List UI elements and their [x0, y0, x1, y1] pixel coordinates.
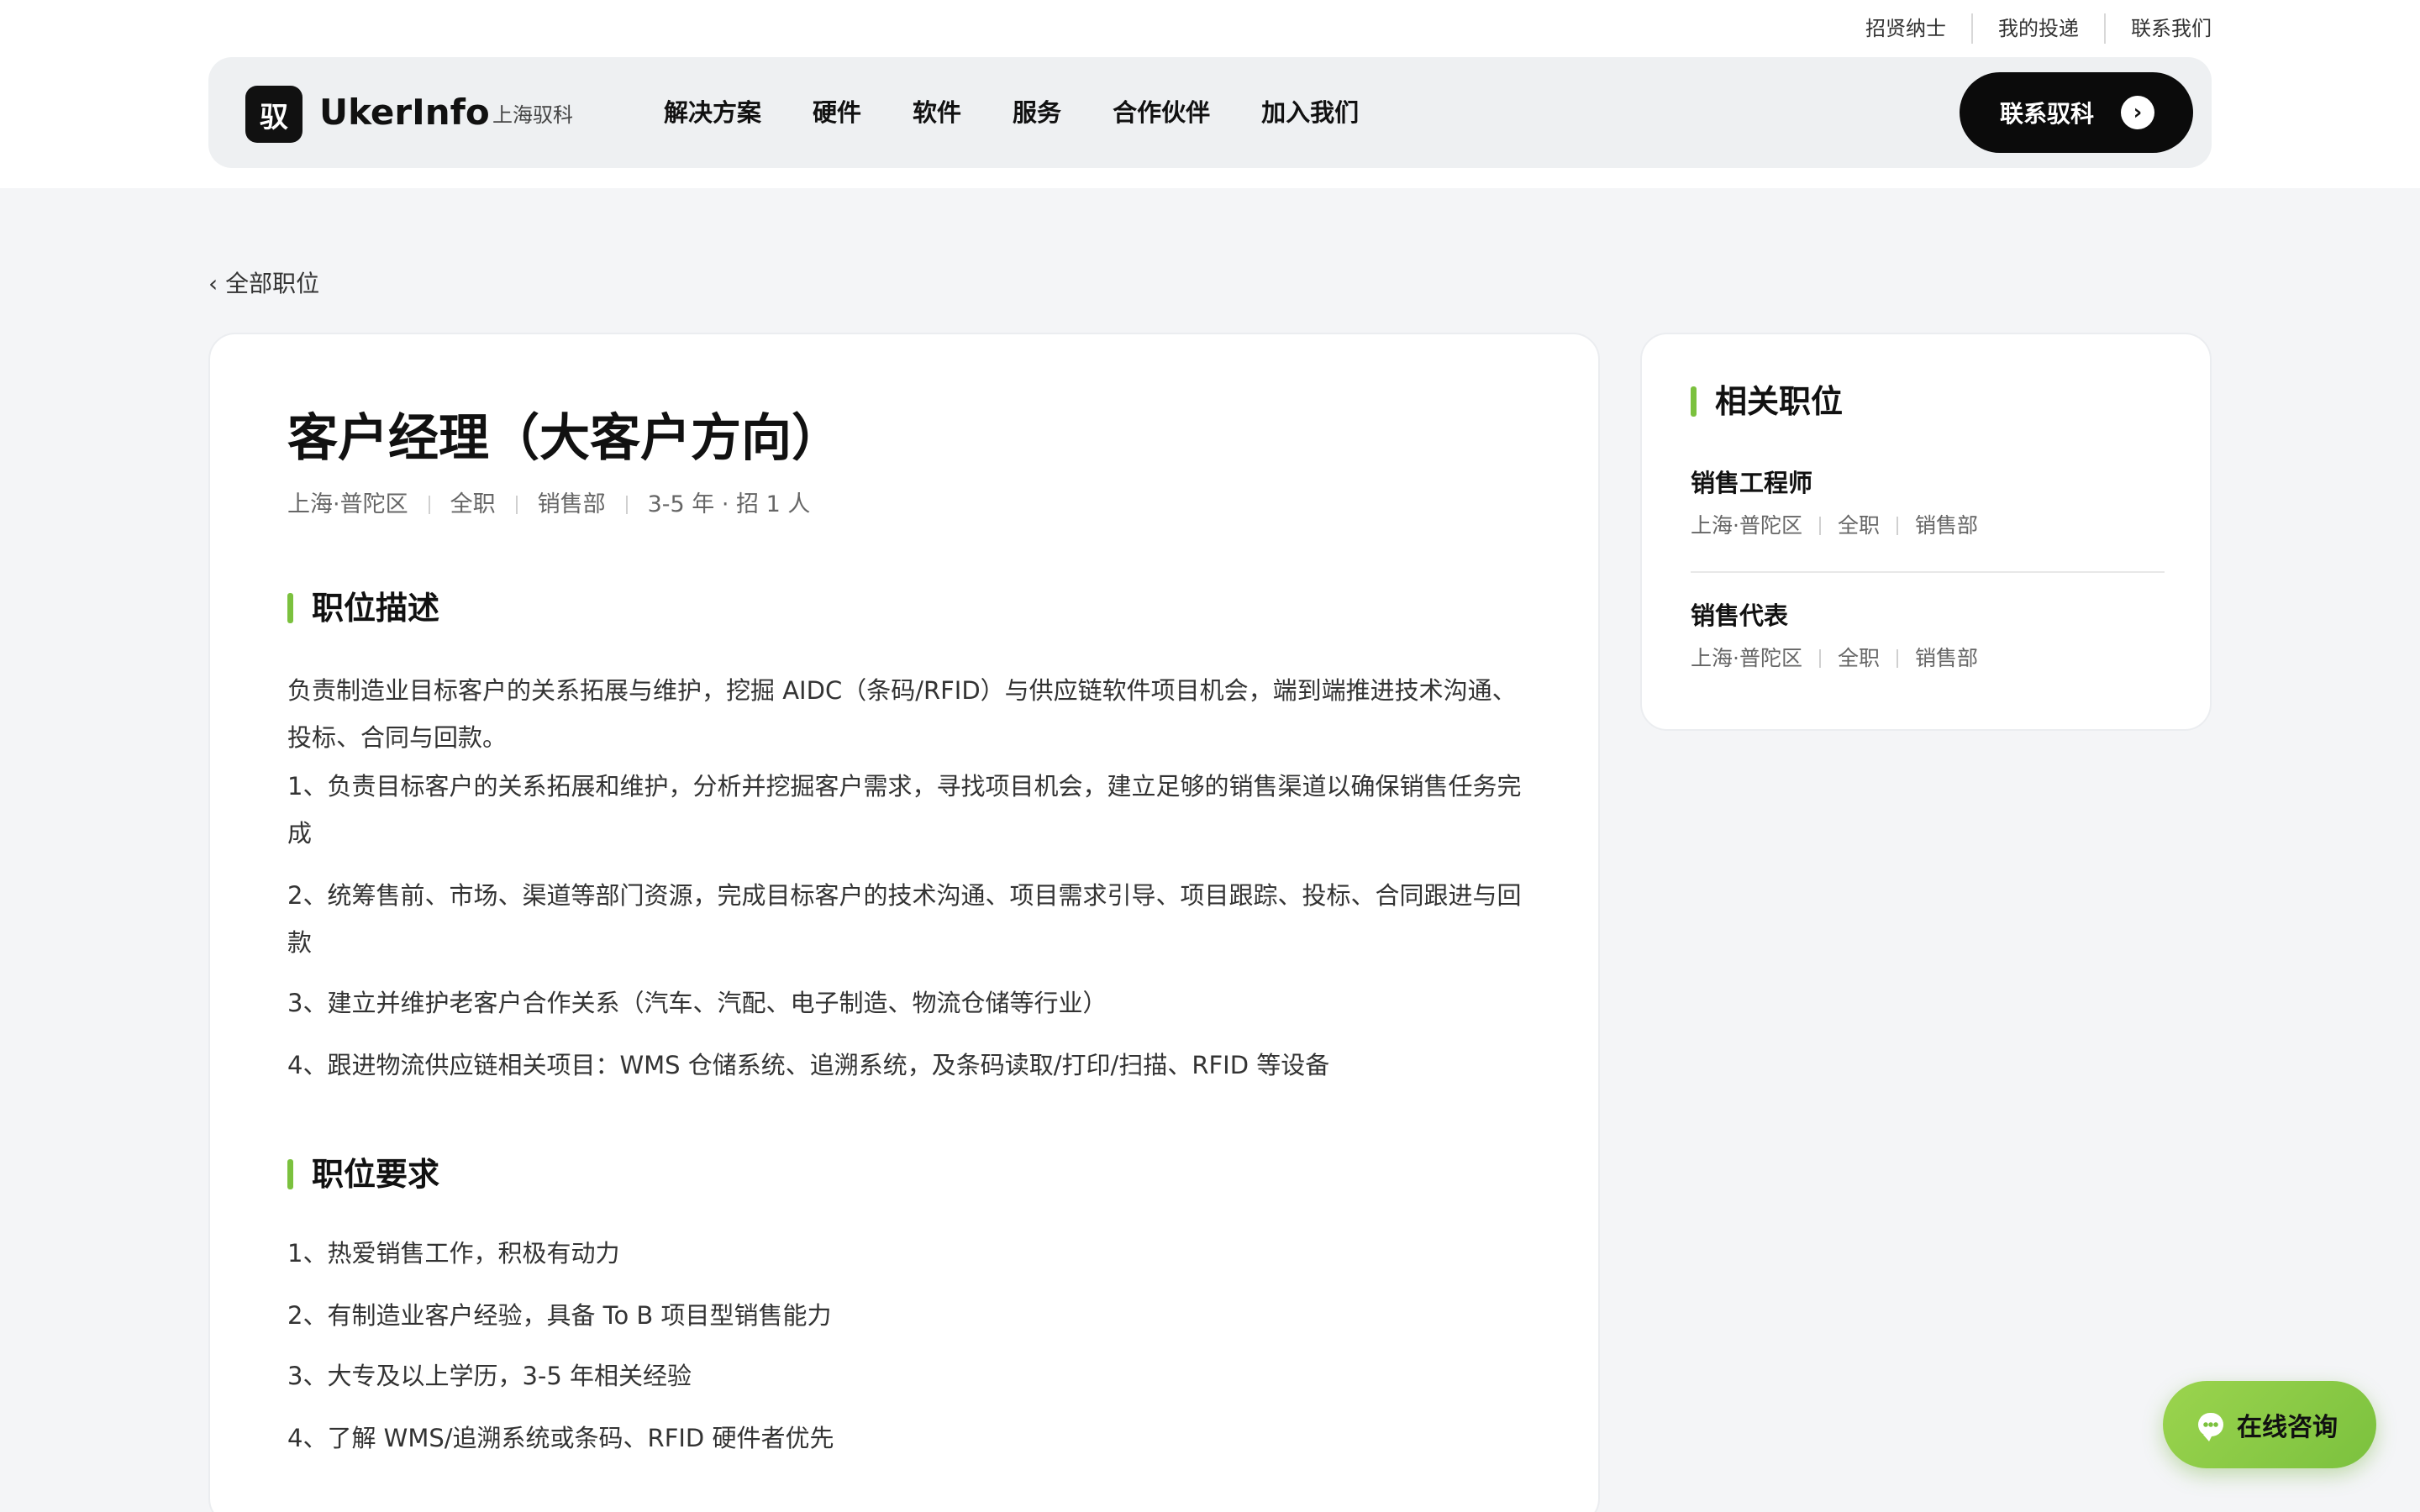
accent-bar: [287, 1159, 293, 1189]
contact-button-label: 联系驭科: [2000, 100, 2095, 128]
divider: [625, 496, 628, 514]
job-meta: 上海·普陀区 全职 销售部 3-5 年 · 招 1 人: [287, 489, 810, 521]
accent-bar: [1691, 386, 1697, 417]
nav-item-services[interactable]: 服务: [1013, 86, 1061, 139]
description-item: 3、建立并维护老客户合作关系（汽车、汽配、电子制造、物流仓储等行业）: [287, 989, 1107, 1017]
related-job-type: 全职: [1837, 646, 1880, 670]
section-title: 职位描述: [312, 590, 440, 627]
related-job-type: 全职: [1837, 513, 1880, 538]
section-title: 相关职位: [1715, 383, 1844, 420]
nav-item-join-us[interactable]: 加入我们: [1261, 86, 1359, 139]
utility-link-contact[interactable]: 联系我们: [2106, 12, 2212, 45]
requirement-item: 4、了解 WMS/追溯系统或条码、RFID 硬件者优先: [287, 1424, 834, 1452]
description-item: 1、负责目标客户的关系拓展和维护，分析并挖掘客户需求，寻找项目机会，建立足够的销…: [287, 772, 1522, 848]
divider: [1818, 649, 1821, 668]
related-job-item[interactable]: 销售工程师 上海·普陀区 全职 销售部: [1691, 465, 2165, 541]
related-job-title: 销售工程师: [1691, 469, 1813, 497]
related-jobs-heading: 相关职位: [1691, 380, 1843, 423]
section-heading-description: 职位描述: [287, 586, 439, 630]
section-title: 职位要求: [312, 1156, 440, 1193]
related-job-item[interactable]: 销售代表 上海·普陀区 全职 销售部: [1691, 598, 2165, 674]
utility-nav: 招贤纳士 我的投递 联系我们: [1840, 12, 2212, 45]
nav-item-partners[interactable]: 合作伙伴: [1113, 86, 1210, 139]
divider: [1818, 517, 1821, 535]
requirement-item: 2、有制造业客户经验，具备 To B 项目型销售能力: [287, 1301, 832, 1330]
online-consult-label: 在线咨询: [2237, 1413, 2338, 1442]
brand-name[interactable]: UkerInfo: [319, 86, 490, 139]
job-detail-card: 客户经理（大客户方向） 上海·普陀区 全职 销售部 3-5 年 · 招 1 人 …: [208, 333, 1600, 1512]
arrow-right-icon: ›: [2121, 96, 2154, 129]
related-job-department: 销售部: [1914, 513, 1978, 538]
related-job-meta: 上海·普陀区 全职 销售部: [1691, 643, 2165, 674]
chat-bubble-icon: [2198, 1413, 2223, 1441]
back-to-all-jobs-link[interactable]: ‹ 全部职位: [208, 267, 319, 301]
description-item: 4、跟进物流供应链相关项目：WMS 仓储系统、追溯系统，及条码读取/打印/扫描、…: [287, 1051, 1330, 1079]
nav-item-solutions[interactable]: 解决方案: [664, 86, 761, 139]
related-jobs-card: 相关职位 销售工程师 上海·普陀区 全职 销售部 销售代表 上海·普陀区 全职 …: [1640, 333, 2212, 731]
nav-item-software[interactable]: 软件: [913, 86, 961, 139]
header-area: 招贤纳士 我的投递 联系我们 驭 UkerInfo 上海驭科 解决方案 硬件 软…: [0, 0, 2420, 188]
job-experience-headcount: 3-5 年 · 招 1 人: [647, 491, 811, 517]
logo-icon[interactable]: 驭: [245, 86, 302, 143]
job-department: 销售部: [537, 491, 606, 517]
divider: [515, 496, 518, 514]
job-location: 上海·普陀区: [287, 491, 408, 517]
divider: [1691, 571, 2165, 573]
divider: [1896, 517, 1898, 535]
primary-nav: 解决方案 硬件 软件 服务 合作伙伴 加入我们: [664, 86, 1410, 139]
job-title: 客户经理（大客户方向）: [287, 409, 842, 468]
description-item: 2、统筹售前、市场、渠道等部门资源，完成目标客户的技术沟通、项目需求引导、项目跟…: [287, 881, 1522, 957]
utility-link-my-applications[interactable]: 我的投递: [1973, 12, 2104, 45]
requirement-item: 3、大专及以上学历，3-5 年相关经验: [287, 1362, 692, 1390]
description-intro: 负责制造业目标客户的关系拓展与维护，挖掘 AIDC（条码/RFID）与供应链软件…: [287, 676, 1517, 752]
related-job-title: 销售代表: [1691, 601, 1789, 630]
divider: [428, 496, 430, 514]
related-job-location: 上海·普陀区: [1691, 646, 1802, 670]
requirement-item: 1、热爱销售工作，积极有动力: [287, 1239, 620, 1268]
related-job-department: 销售部: [1914, 646, 1978, 670]
accent-bar: [287, 593, 293, 623]
related-job-meta: 上海·普陀区 全职 销售部: [1691, 511, 2165, 541]
divider: [1896, 649, 1898, 668]
contact-button[interactable]: 联系驭科 ›: [1960, 72, 2193, 153]
utility-link-careers[interactable]: 招贤纳士: [1840, 12, 1971, 45]
main-navbar: 驭 UkerInfo 上海驭科 解决方案 硬件 软件 服务 合作伙伴 加入我们 …: [208, 57, 2212, 168]
brand-subtitle: 上海驭科: [492, 103, 573, 127]
nav-item-hardware[interactable]: 硬件: [813, 86, 861, 139]
job-type: 全职: [450, 491, 496, 517]
section-heading-requirements: 职位要求: [287, 1152, 439, 1196]
online-consult-button[interactable]: 在线咨询: [2163, 1381, 2376, 1468]
related-job-location: 上海·普陀区: [1691, 513, 1802, 538]
